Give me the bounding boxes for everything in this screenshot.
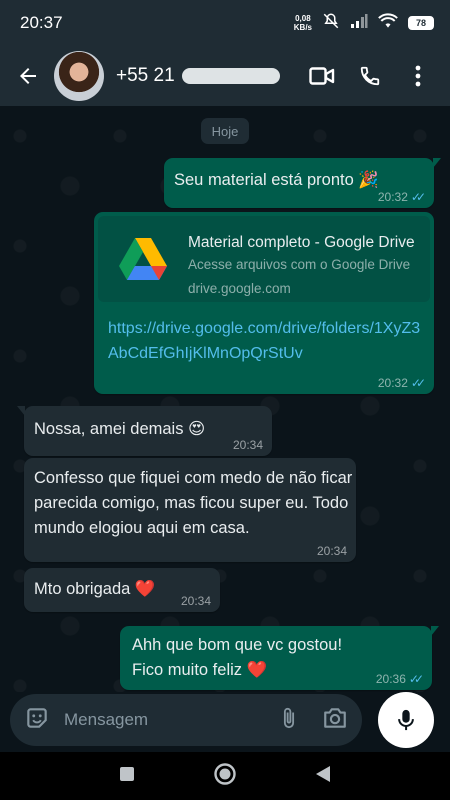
link-preview-text: Material completo - Google Drive Acesse … bbox=[188, 216, 415, 302]
link-preview-card[interactable]: Material completo - Google Drive Acesse … bbox=[98, 216, 430, 302]
day-separator: Hoje bbox=[201, 118, 249, 144]
bubble-tail bbox=[431, 626, 439, 636]
preview-description: Acesse arquivos com o Google Drive bbox=[188, 257, 411, 272]
message-text: Mto obrigada ❤️ bbox=[34, 580, 156, 598]
wifi-icon bbox=[378, 13, 398, 34]
video-call-button[interactable] bbox=[302, 56, 342, 96]
voice-call-button[interactable] bbox=[350, 56, 390, 96]
circle-icon bbox=[214, 762, 236, 785]
back-nav-button[interactable] bbox=[314, 764, 332, 789]
message-meta: 20:34 bbox=[317, 544, 347, 558]
message-text: Ahh que bom que vc gostou! Fico muito fe… bbox=[132, 636, 343, 679]
read-ticks-icon: ✓✓ bbox=[410, 190, 426, 204]
message-text: Confesso que fiquei com medo de não fica… bbox=[34, 469, 353, 537]
back-button[interactable] bbox=[14, 62, 42, 90]
google-drive-icon bbox=[98, 216, 188, 302]
status-bar: 20:37 0,08 KB/s 78 bbox=[0, 0, 450, 46]
microphone-icon bbox=[398, 709, 414, 731]
message-meta: 20:36 ✓✓ bbox=[375, 672, 424, 686]
triangle-back-icon bbox=[315, 765, 330, 782]
attach-icon[interactable] bbox=[278, 705, 300, 736]
message-bubble-outgoing[interactable]: Seu material está pronto 🎉 20:32 ✓✓ bbox=[164, 158, 441, 208]
contact-avatar[interactable] bbox=[54, 51, 104, 101]
net-speed-unit: KB/s bbox=[293, 23, 312, 32]
contact-name[interactable]: +55 21 bbox=[116, 65, 294, 87]
message-time: 20:34 bbox=[180, 594, 211, 608]
redaction-mark bbox=[181, 68, 280, 84]
message-meta: 20:32 ✓✓ bbox=[377, 190, 426, 204]
message-time: 20:32 bbox=[377, 190, 408, 204]
net-speed-value: 0,08 bbox=[295, 14, 311, 23]
input-bar: Mensagem bbox=[0, 692, 450, 752]
home-button[interactable] bbox=[213, 762, 237, 791]
mute-icon bbox=[322, 12, 340, 35]
message-bubble-incoming[interactable]: Mto obrigada ❤️ 20:34 bbox=[24, 568, 220, 612]
chat-header: +55 21 bbox=[0, 46, 450, 106]
preview-title: Material completo - Google Drive bbox=[188, 234, 415, 251]
message-text: Seu material está pronto 🎉 bbox=[174, 171, 379, 189]
message-meta: 20:32 ✓✓ bbox=[377, 376, 426, 390]
camera-icon[interactable] bbox=[322, 706, 348, 735]
contact-number: +55 21 bbox=[116, 65, 175, 86]
message-bubble-incoming[interactable]: Confesso que fiquei com medo de não fica… bbox=[24, 458, 356, 562]
message-meta: 20:34 bbox=[181, 594, 211, 608]
message-meta: 20:34 bbox=[233, 438, 263, 452]
voice-message-button[interactable] bbox=[378, 692, 434, 748]
video-call-icon bbox=[309, 67, 335, 85]
more-vert-icon bbox=[415, 65, 421, 87]
message-input-container: Mensagem bbox=[10, 694, 362, 746]
net-speed: 0,08 KB/s bbox=[294, 14, 312, 32]
message-time: 20:36 bbox=[375, 672, 406, 686]
message-time: 20:34 bbox=[316, 544, 347, 558]
message-link[interactable]: https://drive.google.com/drive/folders/1… bbox=[108, 316, 424, 366]
message-input[interactable]: Mensagem bbox=[64, 710, 278, 730]
preview-domain: drive.google.com bbox=[188, 281, 291, 296]
phone-icon bbox=[360, 66, 380, 86]
message-bubble-outgoing[interactable]: Ahh que bom que vc gostou! Fico muito fe… bbox=[120, 626, 439, 690]
system-nav-bar bbox=[0, 752, 450, 800]
read-ticks-icon: ✓✓ bbox=[408, 672, 424, 686]
battery-icon: 78 bbox=[408, 16, 434, 30]
status-time: 20:37 bbox=[20, 13, 63, 32]
recents-button[interactable] bbox=[118, 765, 136, 788]
signal-icon bbox=[350, 13, 368, 34]
back-arrow-icon bbox=[20, 68, 36, 84]
message-time: 20:32 bbox=[377, 376, 408, 390]
square-icon bbox=[120, 766, 135, 781]
message-text: Nossa, amei demais 😍 bbox=[34, 420, 206, 438]
more-options-button[interactable] bbox=[398, 56, 438, 96]
message-time: 20:34 bbox=[232, 438, 263, 452]
bubble-tail bbox=[17, 406, 25, 416]
sticker-icon[interactable] bbox=[24, 705, 50, 736]
bubble-tail bbox=[433, 158, 441, 168]
chat-area[interactable]: Hoje Seu material está pronto 🎉 20:32 ✓✓ bbox=[0, 106, 450, 692]
message-bubble-incoming[interactable]: Nossa, amei demais 😍 20:34 bbox=[17, 406, 272, 456]
read-ticks-icon: ✓✓ bbox=[410, 376, 426, 390]
message-bubble-link[interactable]: Material completo - Google Drive Acesse … bbox=[94, 212, 434, 394]
status-icons: 0,08 KB/s 78 bbox=[294, 12, 434, 35]
